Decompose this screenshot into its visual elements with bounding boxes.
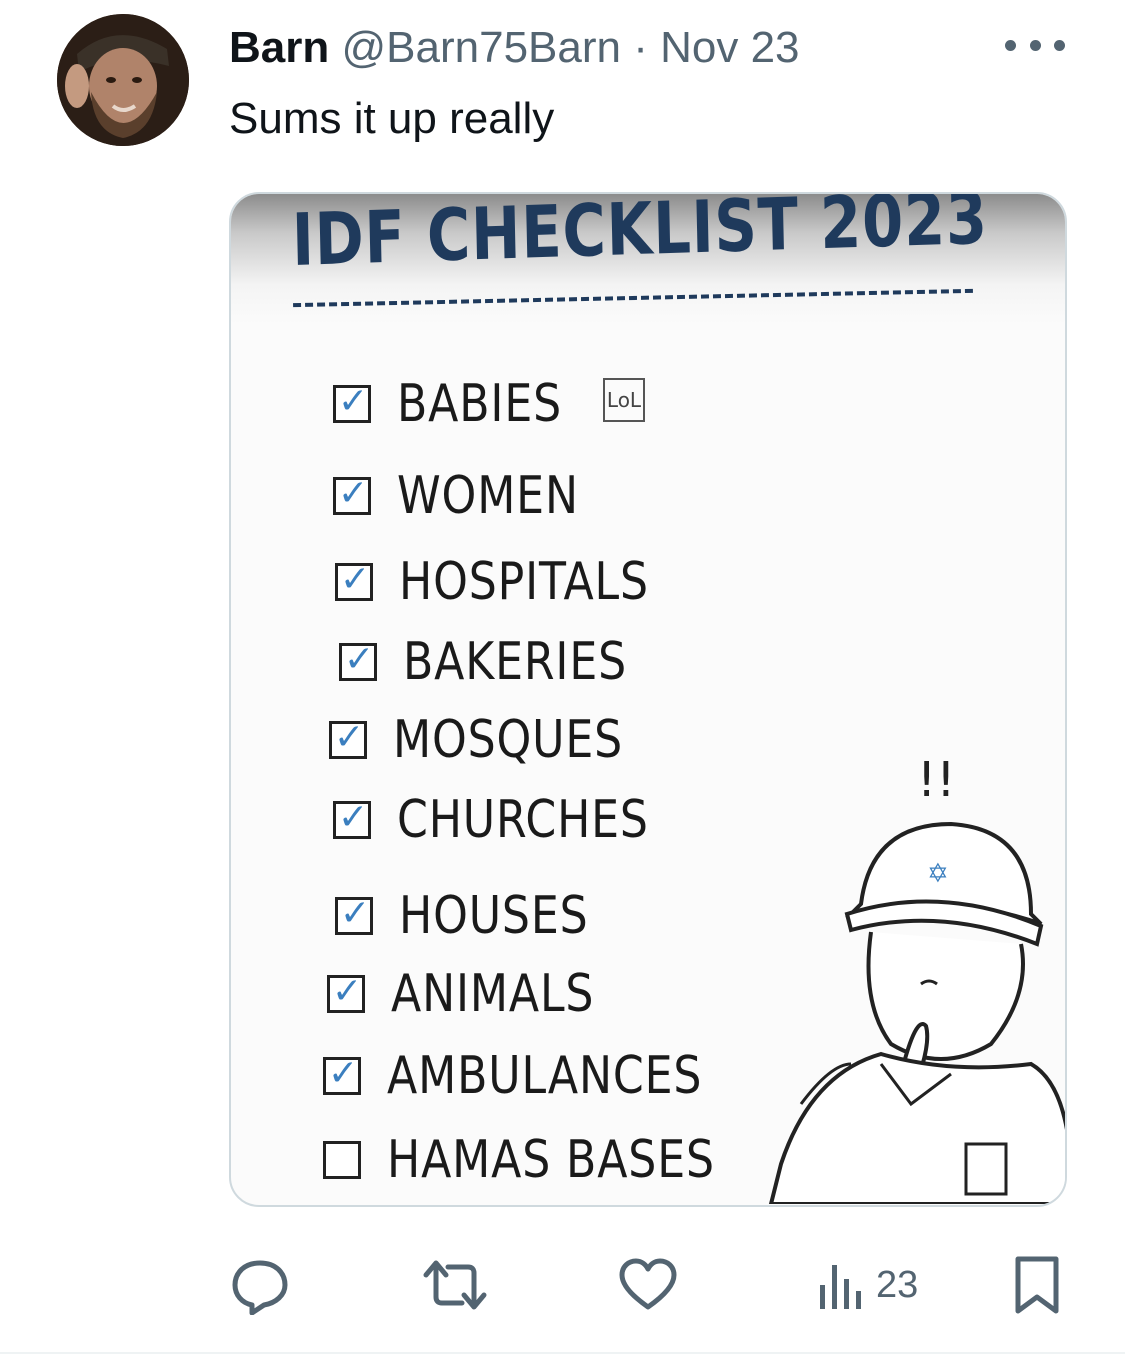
exclaim-marks: !! xyxy=(917,752,955,808)
checkbox: ✓ xyxy=(333,797,371,839)
checklist-item: ✓ BABIES xyxy=(333,374,591,434)
checklist-label: CHURCHES xyxy=(397,790,649,850)
checklist-item: ✓ MOSQUES xyxy=(329,710,664,770)
avatar-image xyxy=(57,14,189,146)
checkbox: ✓ xyxy=(335,893,373,935)
retweet-icon xyxy=(423,1260,487,1310)
checkbox: ✓ xyxy=(323,1053,361,1095)
tweet-actions: 23 xyxy=(0,1250,1125,1320)
check-mark-icon: ✓ xyxy=(332,971,363,1012)
author-handle[interactable]: @Barn75Barn xyxy=(341,23,621,72)
checklist-item: ✓ HOSPITALS xyxy=(335,552,693,612)
svg-text:✡: ✡ xyxy=(927,859,949,889)
more-dot xyxy=(1005,39,1016,51)
more-dot xyxy=(1029,39,1041,51)
more-dot xyxy=(1054,39,1065,51)
views-count: 23 xyxy=(876,1263,919,1306)
reply-icon xyxy=(232,1260,288,1315)
checkbox: ✓ xyxy=(333,381,371,423)
checkbox: ✓ xyxy=(335,559,373,601)
author-name[interactable]: Barn xyxy=(229,23,329,72)
check-mark-icon: ✓ xyxy=(340,559,371,600)
tweet-date[interactable]: Nov 23 xyxy=(660,23,799,72)
checklist-label: MOSQUES xyxy=(393,710,624,770)
checklist-label: HAMAS BASES xyxy=(387,1130,715,1190)
check-mark-icon: ✓ xyxy=(334,717,365,758)
checklist-item: ✓ ANIMALS xyxy=(327,964,630,1024)
checklist-item: ✓ WOMEN xyxy=(333,466,611,526)
more-options-icon[interactable] xyxy=(1005,30,1065,60)
lol-box: LoL xyxy=(603,378,645,422)
checkbox: ✓ xyxy=(333,473,371,515)
check-mark-icon: ✓ xyxy=(338,797,369,838)
tweet-header: Barn @Barn75Barn · Nov 23 xyxy=(229,22,800,74)
checklist-item: ✓ HOUSES xyxy=(335,886,622,946)
checklist-label: HOUSES xyxy=(399,886,589,946)
avatar[interactable] xyxy=(57,14,189,146)
bookmark-button[interactable] xyxy=(1012,1250,1062,1320)
like-button[interactable] xyxy=(618,1250,678,1320)
check-mark-icon: ✓ xyxy=(338,473,369,514)
checklist-item: ✓ CHURCHES xyxy=(333,790,693,850)
checkbox: ✓ xyxy=(339,639,377,681)
retweet-button[interactable] xyxy=(422,1250,488,1320)
checklist-label: AMBULANCES xyxy=(387,1046,703,1106)
bookmark-icon xyxy=(1015,1256,1059,1314)
checklist-label: ANIMALS xyxy=(391,964,595,1024)
reply-button[interactable] xyxy=(230,1250,290,1320)
checkbox: ✓ xyxy=(327,971,365,1013)
soldier-illustration: !! ✡ xyxy=(768,752,1065,1204)
checklist-item: ✓ AMBULANCES xyxy=(323,1046,758,1106)
checklist-label: BAKERIES xyxy=(403,632,628,692)
check-mark-icon: ✓ xyxy=(344,639,375,680)
tweet-media-image[interactable]: IDF CHECKLIST 2023 ✓ BABIES LoL ✓ WOMEN … xyxy=(229,192,1067,1207)
views-button[interactable]: 23 xyxy=(818,1250,918,1320)
check-mark-icon: ✓ xyxy=(340,893,371,934)
heart-icon xyxy=(619,1258,677,1310)
views-icon xyxy=(820,1265,861,1309)
check-mark-icon: ✓ xyxy=(328,1053,359,1094)
check-mark-icon: ✓ xyxy=(338,381,369,422)
checklist-label: HOSPITALS xyxy=(399,552,649,612)
empty-checkbox xyxy=(323,1141,361,1179)
checklist-label: BABIES xyxy=(397,374,563,434)
separator-dot: · xyxy=(633,23,648,72)
checkbox: ✓ xyxy=(329,717,367,759)
checklist-item: ✓ BAKERIES xyxy=(339,632,667,692)
tweet-text: Sums it up really xyxy=(229,94,555,143)
checklist-item: HAMAS BASES xyxy=(323,1130,773,1190)
checklist-label: WOMEN xyxy=(397,466,579,526)
